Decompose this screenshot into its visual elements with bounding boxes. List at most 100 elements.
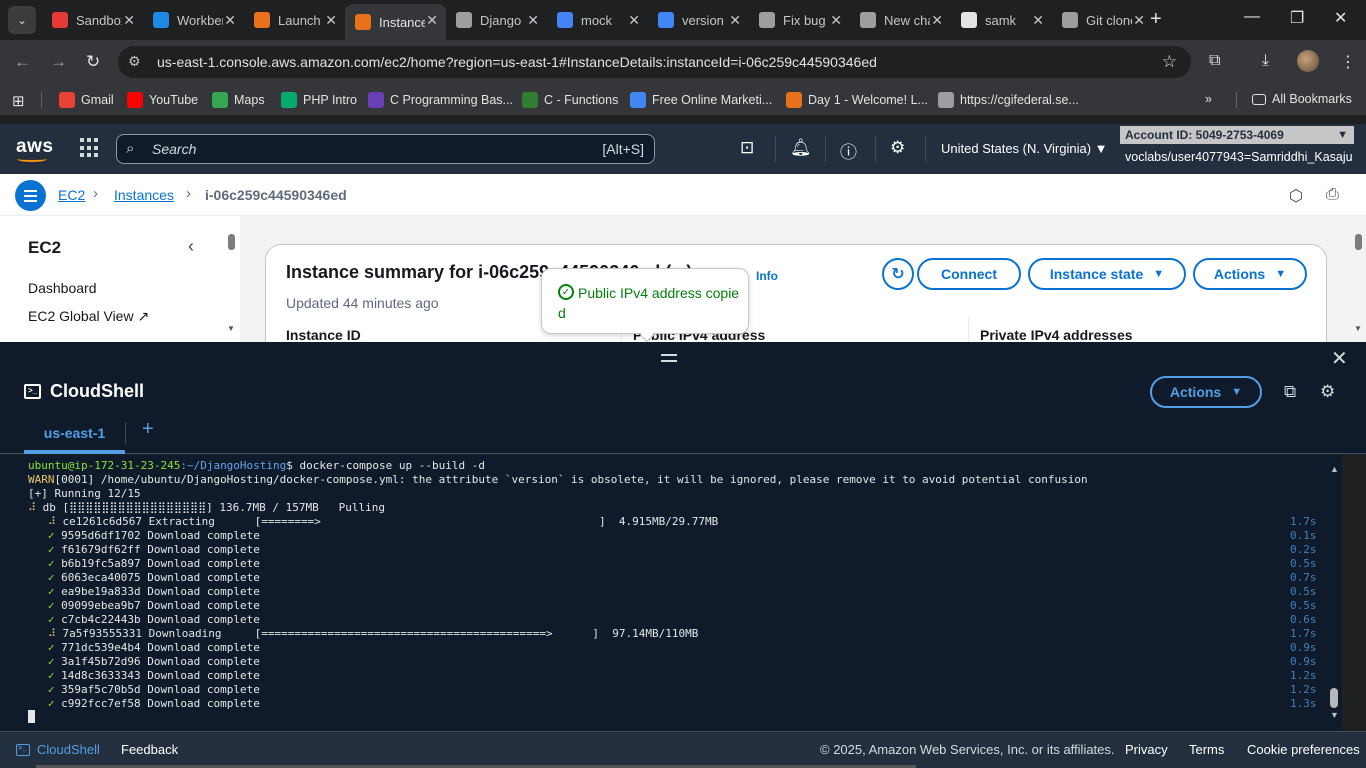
terminal-layer-line: ✓ 09099ebea9b7 Download complete: [28, 599, 260, 612]
browser-tab[interactable]: Git clone✕: [1052, 4, 1153, 36]
tools-panel-icon[interactable]: ⎙: [1326, 186, 1339, 204]
more-bookmarks-button[interactable]: »: [1205, 92, 1212, 106]
tab-us-east-1[interactable]: us-east-1: [24, 418, 125, 454]
close-tab-icon[interactable]: ✕: [123, 12, 135, 29]
bookmark-item[interactable]: https://cgifederal.se...: [938, 92, 1079, 108]
profile-avatar[interactable]: [1297, 50, 1319, 72]
close-tab-icon[interactable]: ✕: [1032, 12, 1044, 29]
side-nav-toggle-button[interactable]: [15, 180, 46, 211]
close-window-button[interactable]: ✕: [1334, 8, 1347, 28]
close-tab-icon[interactable]: ✕: [224, 12, 236, 29]
browser-tab[interactable]: Workbench✕: [143, 4, 244, 36]
close-tab-icon[interactable]: ✕: [830, 12, 842, 29]
browser-tab[interactable]: mock ✕: [547, 4, 648, 36]
breadcrumb-ec2[interactable]: EC2: [58, 187, 85, 203]
browser-tab[interactable]: Sandbox✕: [42, 4, 143, 36]
footer-cookie-preferences-link[interactable]: Cookie preferences: [1247, 742, 1360, 757]
account-menu[interactable]: Account ID: 5049-2753-4069 ▼: [1120, 126, 1354, 144]
footer-terms-link[interactable]: Terms: [1189, 742, 1224, 757]
footer-privacy-link[interactable]: Privacy: [1125, 742, 1168, 757]
breadcrumb-instances[interactable]: Instances: [114, 187, 174, 203]
bookmark-item[interactable]: C Programming Bas...: [368, 92, 513, 108]
reload-button[interactable]: ↻: [86, 52, 100, 72]
browser-tab[interactable]: samk ✕: [951, 4, 1052, 36]
region-selector[interactable]: United States (N. Virginia) ▼: [941, 141, 1108, 156]
settings-gear-icon[interactable]: ⚙: [1320, 382, 1335, 402]
aws-search-input[interactable]: ⌕ Search [Alt+S]: [116, 134, 655, 164]
downloads-icon[interactable]: ⤓: [1262, 52, 1269, 70]
footer-cloudshell-link[interactable]: >_ CloudShell: [16, 742, 100, 757]
bookmark-item[interactable]: Free Online Marketi...: [630, 92, 772, 108]
bookmark-item[interactable]: YouTube: [127, 92, 198, 108]
chevron-right-icon: ›: [93, 185, 98, 202]
add-tab-plus-icon[interactable]: +: [142, 418, 154, 441]
tab-search-button[interactable]: ⌄: [8, 6, 36, 34]
notifications-bell-icon[interactable]: 🔔︎: [790, 138, 812, 158]
close-tab-icon[interactable]: ✕: [527, 12, 539, 29]
all-bookmarks[interactable]: All Bookmarks: [1252, 92, 1352, 106]
scroll-up-arrow[interactable]: ▲: [1330, 464, 1339, 474]
hexagon-icon[interactable]: ⬡: [1289, 186, 1303, 206]
actions-button[interactable]: Actions ▼: [1193, 258, 1307, 290]
close-tab-icon[interactable]: ✕: [325, 12, 337, 29]
terminal-scrollbar[interactable]: ▲ ▼: [1327, 460, 1341, 722]
new-tab-button[interactable]: +: [1150, 8, 1162, 31]
minimize-button[interactable]: —: [1244, 8, 1260, 26]
bookmark-item[interactable]: Maps: [212, 92, 265, 108]
browser-tab[interactable]: Fix bug ✕: [749, 4, 850, 36]
github-icon: [961, 12, 977, 28]
connect-button[interactable]: Connect: [917, 258, 1021, 290]
close-tab-icon[interactable]: ✕: [628, 12, 640, 29]
close-tab-icon[interactable]: ✕: [931, 12, 943, 29]
close-tab-icon[interactable]: ✕: [729, 12, 741, 29]
bookmark-star-icon[interactable]: ☆: [1162, 52, 1177, 72]
refresh-button[interactable]: ↻: [882, 258, 914, 290]
drag-handle-icon[interactable]: [661, 354, 677, 362]
extensions-icon[interactable]: ⧉: [1209, 52, 1220, 70]
maximize-button[interactable]: ❐: [1290, 8, 1304, 28]
browser-tab[interactable]: Django ✕: [446, 4, 547, 36]
bookmark-item[interactable]: PHP Intro: [281, 92, 357, 108]
aws-logo[interactable]: aws: [16, 136, 53, 162]
site-info-icon[interactable]: ⚙: [128, 53, 141, 70]
info-link[interactable]: Info: [756, 269, 778, 283]
close-tab-icon[interactable]: ✕: [426, 12, 438, 29]
browser-tab[interactable]: New chat✕: [850, 4, 951, 36]
settings-gear-icon[interactable]: ⚙: [890, 138, 905, 158]
nav-scroll-down-arrow[interactable]: ▼: [227, 324, 235, 333]
bookmark-item[interactable]: Day 1 - Welcome! L...: [786, 92, 928, 108]
main-scrollbar-thumb[interactable]: [1355, 234, 1362, 250]
terminal-scrollbar-thumb[interactable]: [1330, 688, 1338, 708]
omnibox[interactable]: ⚙ us-east-1.console.aws.amazon.com/ec2/h…: [118, 46, 1191, 78]
help-icon[interactable]: ⓘ: [840, 138, 857, 163]
apps-grid-icon[interactable]: ⊞: [12, 92, 25, 110]
main-scroll-down-arrow[interactable]: ▼: [1354, 324, 1362, 333]
nav-scrollbar-thumb[interactable]: [228, 234, 235, 250]
terminal-output[interactable]: ubuntu@ip-172-31-23-245:~/DjangoHosting$…: [0, 455, 1342, 731]
close-cloudshell-icon[interactable]: ✕: [1331, 346, 1348, 371]
back-button[interactable]: ←: [14, 52, 31, 72]
cloudshell-icon[interactable]: ⊡: [740, 138, 754, 158]
browser-tab[interactable]: Instance ✕: [345, 4, 446, 40]
collapse-nav-icon[interactable]: ‹: [188, 236, 194, 257]
nav-item-ec2-global-view[interactable]: EC2 Global View ↗: [28, 308, 149, 325]
forward-button[interactable]: →: [50, 52, 67, 72]
scroll-down-arrow[interactable]: ▼: [1330, 710, 1339, 720]
folder-icon: [1252, 93, 1266, 105]
instance-state-button[interactable]: Instance state ▼: [1028, 258, 1186, 290]
bookmark-item[interactable]: C - Functions: [522, 92, 618, 108]
cloudshell-resize-bar[interactable]: ✕: [0, 342, 1366, 374]
open-new-window-icon[interactable]: ⧉: [1284, 382, 1296, 402]
footer-feedback-link[interactable]: Feedback: [121, 742, 178, 757]
nav-item-dashboard[interactable]: Dashboard: [28, 280, 97, 296]
url-text[interactable]: us-east-1.console.aws.amazon.com/ec2/hom…: [157, 54, 877, 70]
close-tab-icon[interactable]: ✕: [1133, 12, 1145, 29]
cloudshell-actions-button[interactable]: Actions ▼: [1150, 376, 1262, 408]
services-grid-icon[interactable]: [80, 138, 100, 158]
openai-icon: [759, 12, 775, 28]
browser-tab[interactable]: Launch ✕: [244, 4, 345, 36]
browser-menu-icon[interactable]: ⋮: [1340, 52, 1356, 72]
terminal-layer-line: ✓ c992fcc7ef58 Download complete: [28, 697, 260, 710]
bookmark-item[interactable]: Gmail: [59, 92, 114, 108]
browser-tab[interactable]: version ✕: [648, 4, 749, 36]
